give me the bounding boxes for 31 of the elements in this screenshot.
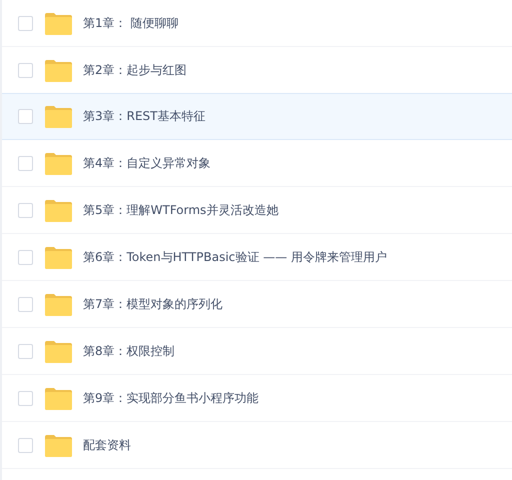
folder-icon [45,200,72,222]
folder-icon [45,434,72,456]
folder-icon [45,60,72,82]
checkbox[interactable] [18,344,33,359]
folder-name: 第6章：Token与HTTPBasic验证 —— 用令牌来管理用户 [83,249,387,266]
folder-name: 第3章：REST基本特征 [83,108,206,125]
folder-name: 第9章：实现部分鱼书小程序功能 [83,390,259,407]
file-row[interactable]: 第3章：REST基本特征 [2,93,512,140]
checkbox[interactable] [18,16,33,31]
folder-icon [45,340,72,362]
folder-icon [45,294,72,316]
checkbox[interactable] [18,203,33,218]
checkbox[interactable] [18,391,33,406]
folder-name: 第2章：起步与红图 [83,62,187,79]
folder-icon [45,152,72,174]
folder-name: 配套资料 [83,437,131,454]
folder-name: 第1章： 随便聊聊 [83,15,178,32]
checkbox[interactable] [18,438,33,453]
folder-icon [45,12,72,34]
checkbox[interactable] [18,63,33,78]
folder-icon [45,246,72,268]
checkbox[interactable] [18,250,33,265]
folder-name: 第4章：自定义异常对象 [83,155,211,172]
folder-name: 第5章：理解WTForms并灵活改造她 [83,202,278,219]
folder-name: 第7章：模型对象的序列化 [83,296,223,313]
folder-name: 第8章：权限控制 [83,343,175,360]
checkbox[interactable] [18,109,33,124]
checkbox[interactable] [18,297,33,312]
folder-icon [45,388,72,410]
checkbox[interactable] [18,156,33,171]
folder-icon [45,106,72,128]
